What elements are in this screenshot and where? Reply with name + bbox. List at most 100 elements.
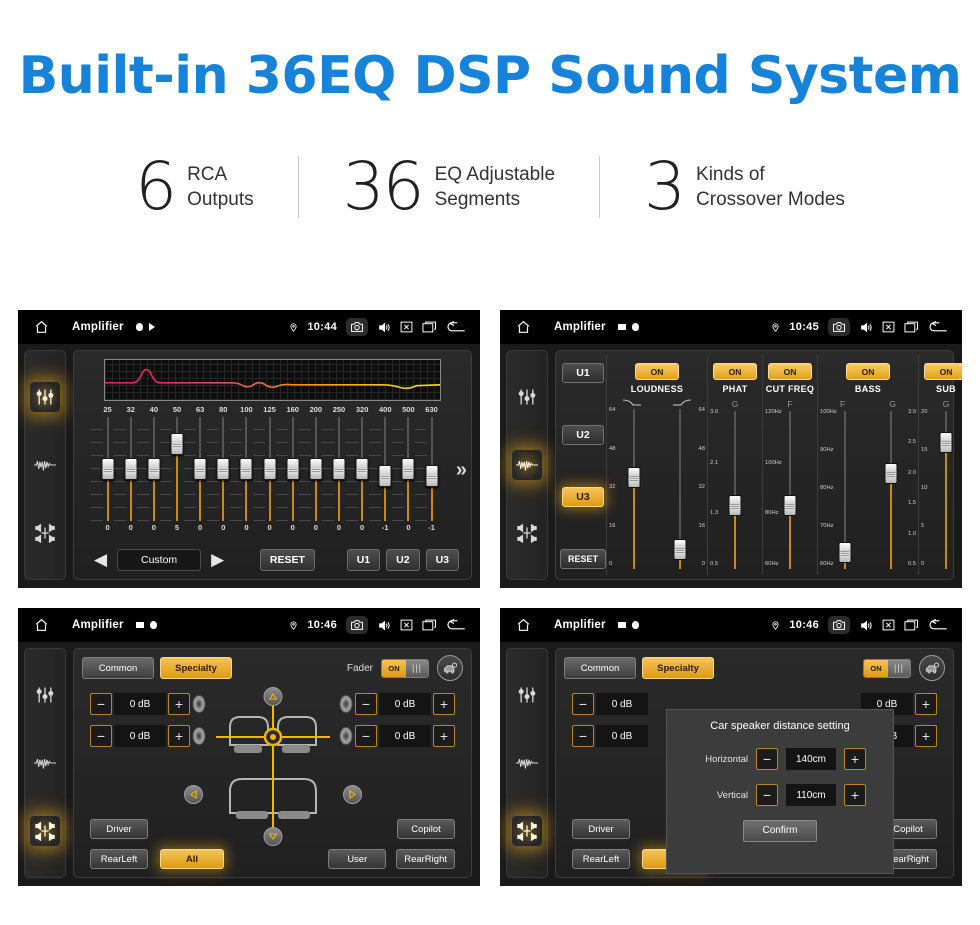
eq-next-page-icon[interactable]: » [456, 459, 467, 482]
preset-u2-button[interactable]: U2 [562, 425, 604, 445]
plus-button[interactable]: + [168, 725, 190, 747]
nav-down-button[interactable] [263, 827, 282, 846]
sidebar-item-crossover[interactable] [30, 450, 60, 480]
preset-prev-icon[interactable]: ◀ [90, 550, 111, 570]
camera-icon[interactable] [828, 318, 850, 336]
speaker-settings-button[interactable] [919, 655, 945, 681]
preset-u2-button[interactable]: U2 [386, 549, 420, 571]
preset-u1-button[interactable]: U1 [562, 363, 604, 383]
minus-button[interactable]: − [572, 725, 594, 747]
cutfreq-slider[interactable]: 120Hz 100Hz 80Hz 60Hz [765, 409, 813, 569]
preset-u1-button[interactable]: U1 [346, 549, 381, 571]
home-icon[interactable] [510, 617, 536, 633]
home-icon[interactable] [28, 617, 54, 633]
position-driver-button[interactable]: Driver [572, 819, 630, 839]
plus-button[interactable]: + [168, 693, 190, 715]
tab-common[interactable]: Common [564, 657, 636, 679]
phat-on-toggle[interactable]: ON [713, 363, 757, 380]
bass-on-toggle[interactable]: ON [846, 363, 890, 380]
preset-u3-button[interactable]: U3 [562, 487, 604, 507]
vertical-plus-button[interactable]: + [844, 784, 866, 806]
sidebar-item-balance[interactable] [512, 518, 542, 548]
fader-toggle[interactable]: ON ||| [381, 658, 429, 678]
confirm-button[interactable]: Confirm [743, 820, 817, 842]
volume-icon[interactable] [859, 321, 873, 334]
recents-icon[interactable] [422, 619, 437, 631]
plus-button[interactable]: + [915, 725, 937, 747]
position-all-button[interactable]: All [160, 849, 224, 869]
sidebar-item-balance[interactable] [512, 816, 542, 846]
sidebar-item-crossover[interactable] [512, 450, 542, 480]
loudness-slider-b[interactable]: 64 48 32 16 0 [657, 407, 705, 569]
minus-button[interactable]: − [90, 693, 112, 715]
camera-icon[interactable] [346, 616, 368, 634]
minus-button[interactable]: − [572, 693, 594, 715]
plus-button[interactable]: + [915, 693, 937, 715]
eq-slider[interactable] [414, 417, 443, 521]
recents-icon[interactable] [422, 321, 437, 333]
sidebar-item-balance[interactable] [30, 518, 60, 548]
volume-icon[interactable] [859, 619, 873, 632]
phat-slider[interactable]: 3.0 2.1 1.3 0.5 [710, 409, 758, 569]
preset-next-icon[interactable]: ▶ [207, 550, 228, 570]
car-seat-diagram[interactable] [183, 687, 362, 846]
home-icon[interactable] [28, 319, 54, 335]
position-rearleft-button[interactable]: RearLeft [572, 849, 630, 869]
bass-freq-slider[interactable]: 100Hz 90Hz 80Hz 70Hz 60Hz [820, 409, 868, 569]
volume-icon[interactable] [377, 321, 391, 334]
preset-u3-button[interactable]: U3 [425, 549, 460, 571]
tab-common[interactable]: Common [82, 657, 154, 679]
minus-button[interactable]: − [90, 725, 112, 747]
camera-icon[interactable] [346, 318, 368, 336]
sub-slider[interactable]: 20 15 10 5 0 [921, 409, 962, 569]
position-driver-button[interactable]: Driver [90, 819, 148, 839]
sidebar-item-crossover[interactable] [30, 748, 60, 778]
loudness-slider-a[interactable]: 64 48 32 16 0 [609, 407, 657, 569]
nav-right-button[interactable] [342, 785, 362, 804]
sidebar-item-crossover[interactable] [512, 748, 542, 778]
volume-icon[interactable] [377, 619, 391, 632]
sub-on-toggle[interactable]: ON [924, 363, 962, 380]
back-arrow-icon[interactable] [928, 320, 948, 334]
loudness-on-toggle[interactable]: ON [635, 363, 679, 380]
fader-toggle[interactable]: ON ||| [863, 658, 911, 678]
horizontal-minus-button[interactable]: − [756, 748, 778, 770]
reset-button[interactable]: RESET [259, 549, 315, 571]
position-rearleft-button[interactable]: RearLeft [90, 849, 148, 869]
bass-gain-slider[interactable]: 3.0 2.5 2.0 1.5 1.0 0.5 [868, 409, 916, 569]
nav-left-button[interactable] [183, 785, 203, 804]
recents-icon[interactable] [904, 321, 919, 333]
back-arrow-icon[interactable] [446, 618, 466, 632]
tab-specialty[interactable]: Specialty [642, 657, 714, 679]
vertical-minus-button[interactable]: − [756, 784, 778, 806]
preset-name[interactable]: Custom [117, 549, 202, 571]
recents-icon[interactable] [904, 619, 919, 631]
close-box-icon[interactable] [400, 321, 413, 333]
sidebar-item-equalizer[interactable] [512, 382, 542, 412]
minus-button[interactable]: − [355, 725, 377, 747]
tab-specialty[interactable]: Specialty [160, 657, 232, 679]
position-rearright-button[interactable]: RearRight [396, 849, 455, 869]
back-arrow-icon[interactable] [928, 618, 948, 632]
position-user-button[interactable]: User [328, 849, 387, 869]
close-box-icon[interactable] [400, 619, 413, 631]
reset-button[interactable]: RESET [560, 549, 606, 569]
sidebar-item-equalizer[interactable] [512, 680, 542, 710]
close-box-icon[interactable] [882, 321, 895, 333]
plus-button[interactable]: + [433, 693, 455, 715]
position-copilot-button[interactable]: Copilot [397, 819, 455, 839]
close-box-icon[interactable] [882, 619, 895, 631]
horizontal-plus-button[interactable]: + [844, 748, 866, 770]
home-icon[interactable] [510, 319, 536, 335]
plus-button[interactable]: + [433, 725, 455, 747]
bass-freq-scale: 100Hz 90Hz 80Hz 70Hz 60Hz [820, 409, 837, 569]
sidebar-item-balance[interactable] [30, 816, 60, 846]
back-arrow-icon[interactable] [446, 320, 466, 334]
camera-icon[interactable] [828, 616, 850, 634]
sidebar-item-equalizer[interactable] [30, 382, 60, 412]
sidebar-item-equalizer[interactable] [30, 680, 60, 710]
minus-button[interactable]: − [355, 693, 377, 715]
speaker-settings-button[interactable] [437, 655, 463, 681]
cutfreq-on-toggle[interactable]: ON [768, 363, 812, 380]
nav-up-button[interactable] [263, 687, 282, 706]
